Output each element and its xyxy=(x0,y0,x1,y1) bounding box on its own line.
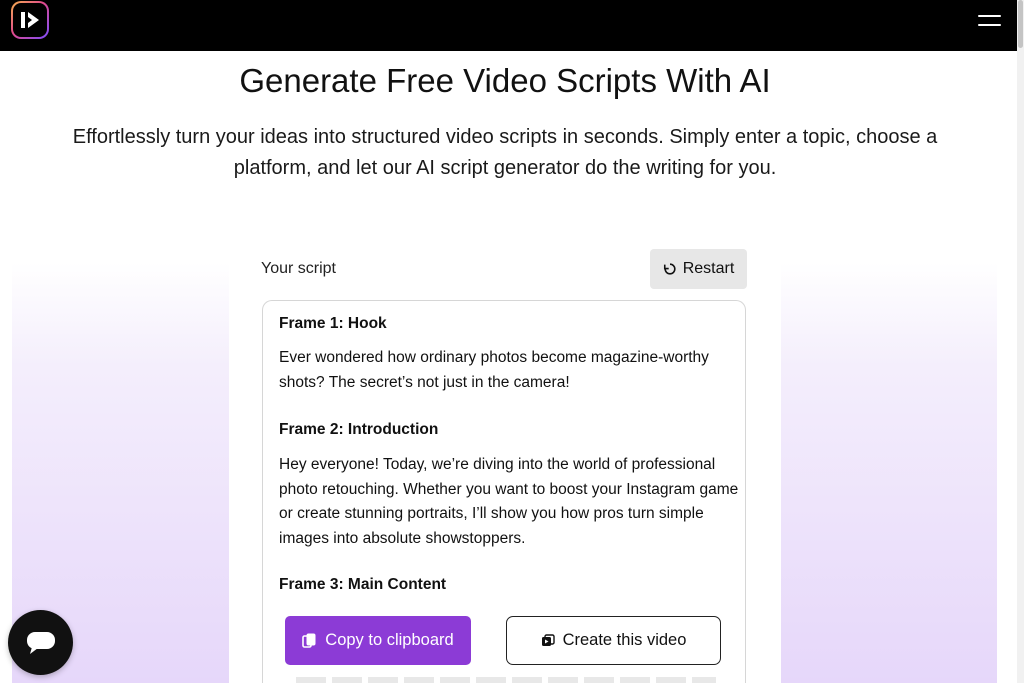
video-icon xyxy=(541,633,555,646)
scrollbar-thumb[interactable] xyxy=(1018,0,1023,48)
copy-icon xyxy=(302,633,316,648)
restart-label: Restart xyxy=(682,260,735,277)
script-label: Your script xyxy=(261,260,336,277)
create-label: Create this video xyxy=(562,631,687,649)
restart-icon xyxy=(663,263,676,275)
frame-1-text: Ever wondered how ordinary photos become… xyxy=(279,349,709,391)
hamburger-menu-icon[interactable] xyxy=(978,13,1002,31)
page-title: Generate Free Video Scripts With AI xyxy=(239,62,771,99)
decorative-gradient-right xyxy=(781,262,997,683)
frame-2-text: Hey everyone! Today, we’re diving into t… xyxy=(279,456,739,547)
scroll-fade-hint xyxy=(296,677,716,683)
chat-bubble-icon[interactable] xyxy=(8,610,73,675)
create-video-button[interactable]: Create this video xyxy=(506,616,721,665)
page-subtitle: Effortlessly turn your ideas into struct… xyxy=(72,126,938,179)
scrollbar[interactable] xyxy=(1017,0,1024,683)
frame-3-title: Frame 3: Main Content xyxy=(279,576,447,593)
restart-button[interactable]: Restart xyxy=(650,249,747,289)
copy-label: Copy to clipboard xyxy=(325,631,454,649)
frame-1-title: Frame 1: Hook xyxy=(279,315,387,332)
top-navigation-bar xyxy=(0,0,1024,51)
brand-logo-icon[interactable] xyxy=(11,1,49,39)
frame-2-title: Frame 2: Introduction xyxy=(279,421,439,438)
copy-to-clipboard-button[interactable]: Copy to clipboard xyxy=(285,616,471,665)
